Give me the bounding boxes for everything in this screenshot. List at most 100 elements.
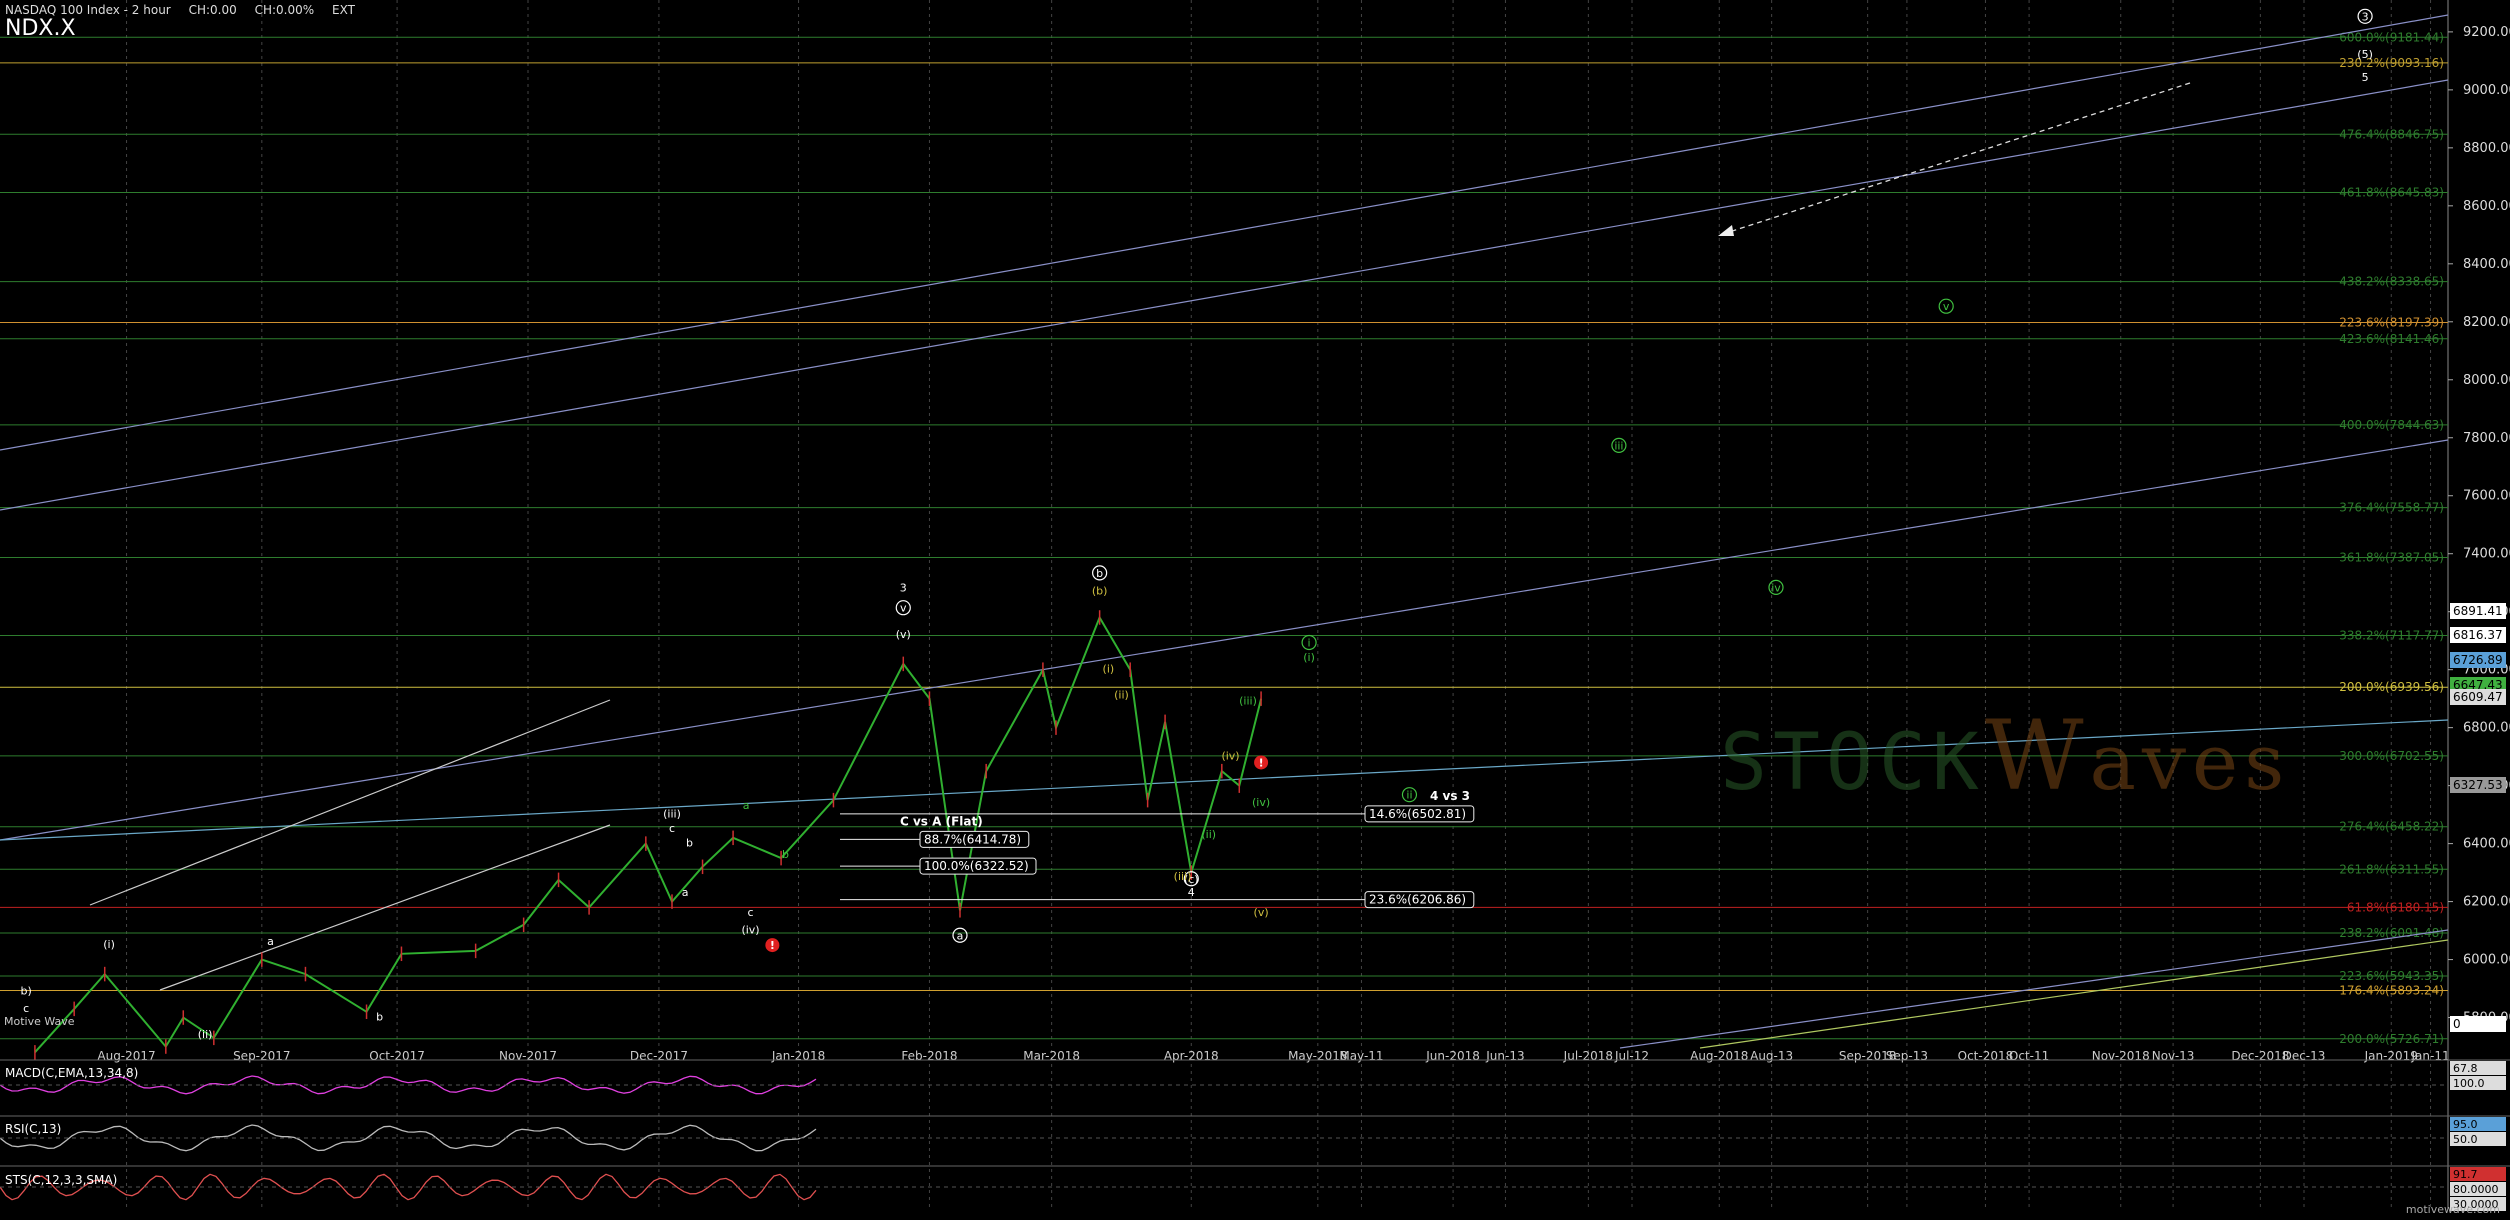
x-tick-label: Jan-2019 (2364, 1049, 2418, 1063)
indicator-tag-label: 100.0 (2453, 1077, 2485, 1090)
fib-level-label: 423.6%(8141.46) (2339, 332, 2444, 346)
indicator-tag-label: 91.7 (2453, 1168, 2478, 1181)
projection-arrowhead (1718, 225, 1734, 236)
retracement-label: 88.7%(6414.78) (924, 832, 1021, 846)
retracement-label: 23.6%(6206.86) (1369, 893, 1466, 907)
motivewave-credit: Motive Wave (4, 1015, 75, 1028)
fib-level-label: 338.2%(7117.77) (2339, 629, 2444, 643)
wave-label: iii (1614, 439, 1623, 452)
wave-label: (iv) (1252, 796, 1270, 809)
y-tick-label: 6400.00 (2463, 837, 2510, 852)
wave-label: 3 (2362, 10, 2369, 23)
indicator-tag-label: 95.0 (2453, 1118, 2478, 1131)
wave-label: b (686, 837, 693, 850)
price-tag-label: 6891.41 (2453, 604, 2503, 618)
y-tick-label: 6200.00 (2463, 895, 2510, 910)
indicator-tag-label: 50.0 (2453, 1133, 2478, 1146)
x-tick-label: Jun-2018 (1425, 1049, 1480, 1063)
wave-channel-line (89, 699, 611, 906)
retracement-title: 4 vs 3 (1430, 789, 1470, 803)
wave-label: (b) (1092, 584, 1108, 597)
x-tick-label: Jul-12 (1614, 1049, 1649, 1063)
x-tick-label: Nov-2018 (2092, 1049, 2150, 1063)
fib-level-label: 61.8%(6180.15) (2347, 900, 2444, 914)
y-tick-label: 8600.00 (2463, 199, 2510, 214)
fib-level-label: 300.0%(6702.55) (2339, 749, 2444, 763)
price-tag-label: 6327.53 (2453, 778, 2503, 792)
wave-label: c (748, 906, 754, 919)
x-tick-label: May-11 (1339, 1049, 1383, 1063)
y-tick-label: 9200.00 (2463, 25, 2510, 40)
trend-channel-line (1619, 929, 2449, 1049)
y-tick-label: 7800.00 (2463, 431, 2510, 446)
indicator-tag-label: 80.0000 (2453, 1183, 2499, 1196)
wave-label: iv (1771, 581, 1781, 594)
x-tick-label: Feb-2018 (901, 1049, 957, 1063)
x-tick-label: Jan-2018 (771, 1049, 825, 1063)
fib-level-label: 223.6%(5943.35) (2339, 969, 2444, 983)
y-tick-label: 7400.00 (2463, 547, 2510, 562)
y-tick-label: 8200.00 (2463, 315, 2510, 330)
motivewave-url: motivewave.com (2405, 1203, 2500, 1216)
wave-label: c (669, 822, 675, 835)
indicator-tag-label: 67.8 (2453, 1062, 2478, 1075)
macd-title: MACD(C,EMA,13,34,8) (5, 1066, 139, 1080)
trend-channel-line (1699, 939, 2449, 1049)
rsi-title: RSI(C,13) (5, 1122, 62, 1136)
wave-label: v (900, 602, 907, 615)
wave-label: b) (21, 984, 32, 997)
y-tick-label: 7600.00 (2463, 489, 2510, 504)
wave-label: a (743, 799, 750, 812)
x-tick-label: Oct-11 (2009, 1049, 2049, 1063)
wave-label: (i) (1303, 651, 1315, 664)
y-tick-label: 6000.00 (2463, 953, 2510, 968)
alert-marker-text: ! (770, 939, 775, 952)
fib-level-label: 276.4%(6458.22) (2339, 820, 2444, 834)
price-line (34, 615, 1263, 1053)
fib-level-label: 223.6%(8197.39) (2339, 316, 2444, 330)
wave-label: (ii) (1201, 828, 1216, 841)
price-tag-label: 6726.89 (2453, 653, 2503, 667)
wave-label: 3 (900, 581, 907, 594)
watermark-w: W (1984, 700, 2090, 812)
x-tick-label: Dec-2018 (2231, 1049, 2289, 1063)
wave-label: a (267, 935, 274, 948)
price-tag-label: 6816.37 (2453, 628, 2503, 642)
x-tick-label: Nov-2017 (499, 1049, 557, 1063)
x-tick-label: Oct-2017 (369, 1049, 425, 1063)
x-tick-label: Aug-2017 (97, 1049, 155, 1063)
wave-label: b (376, 1010, 383, 1023)
wave-label: b (1096, 567, 1103, 580)
fib-level-label: 200.0%(6939.56) (2339, 680, 2444, 694)
index-name: NASDAQ 100 Index - 2 hour (5, 3, 171, 17)
change-value: CH:0.00 (188, 3, 237, 17)
wave-label: (v) (896, 628, 911, 641)
wave-label: v (1943, 300, 1950, 313)
wave-label: ii (1406, 789, 1412, 802)
nasdaq-chart[interactable]: Aug-2017 Sep-2017 Oct-2017 Nov-2017 Dec-2017… (0, 0, 2510, 1220)
wave-label: (5) (2357, 48, 2373, 61)
wave-label: (v) (1254, 906, 1269, 919)
fib-level-label: 200.0%(5726.71) (2339, 1032, 2444, 1046)
fib-level-label: 400.0%(7844.63) (2339, 418, 2444, 432)
trend-channel-line (0, 79, 2449, 511)
fib-level-label: 476.4%(8846.75) (2339, 127, 2444, 141)
sts-title: STS(C,12,3,3,SMA) (5, 1173, 118, 1187)
symbol-label: NDX.X (5, 16, 76, 41)
x-tick-label: Aug-13 (1750, 1049, 1793, 1063)
fib-level-label: 376.4%(7558.77) (2339, 501, 2444, 515)
y-tick-label: 9000.00 (2463, 83, 2510, 98)
trend-channel-line (0, 14, 2449, 451)
x-tick-label: Sep-2017 (233, 1049, 291, 1063)
wave-label: (i) (1103, 663, 1115, 676)
wave-label: (ii) (198, 1028, 213, 1041)
session-label: EXT (331, 3, 355, 17)
chart-header: NASDAQ 100 Index - 2 hour CH:0.00 CH:0.0… (5, 3, 369, 17)
wave-label: (iii) (1239, 694, 1257, 707)
y-tick-label: 8000.00 (2463, 373, 2510, 388)
fib-level-label: 230.2%(9093.16) (2339, 56, 2444, 70)
wave-label: (i) (103, 938, 115, 951)
y-tick-label: 8400.00 (2463, 257, 2510, 272)
x-tick-label: Nov-13 (2152, 1049, 2195, 1063)
x-tick-label: Mar-2018 (1023, 1049, 1080, 1063)
